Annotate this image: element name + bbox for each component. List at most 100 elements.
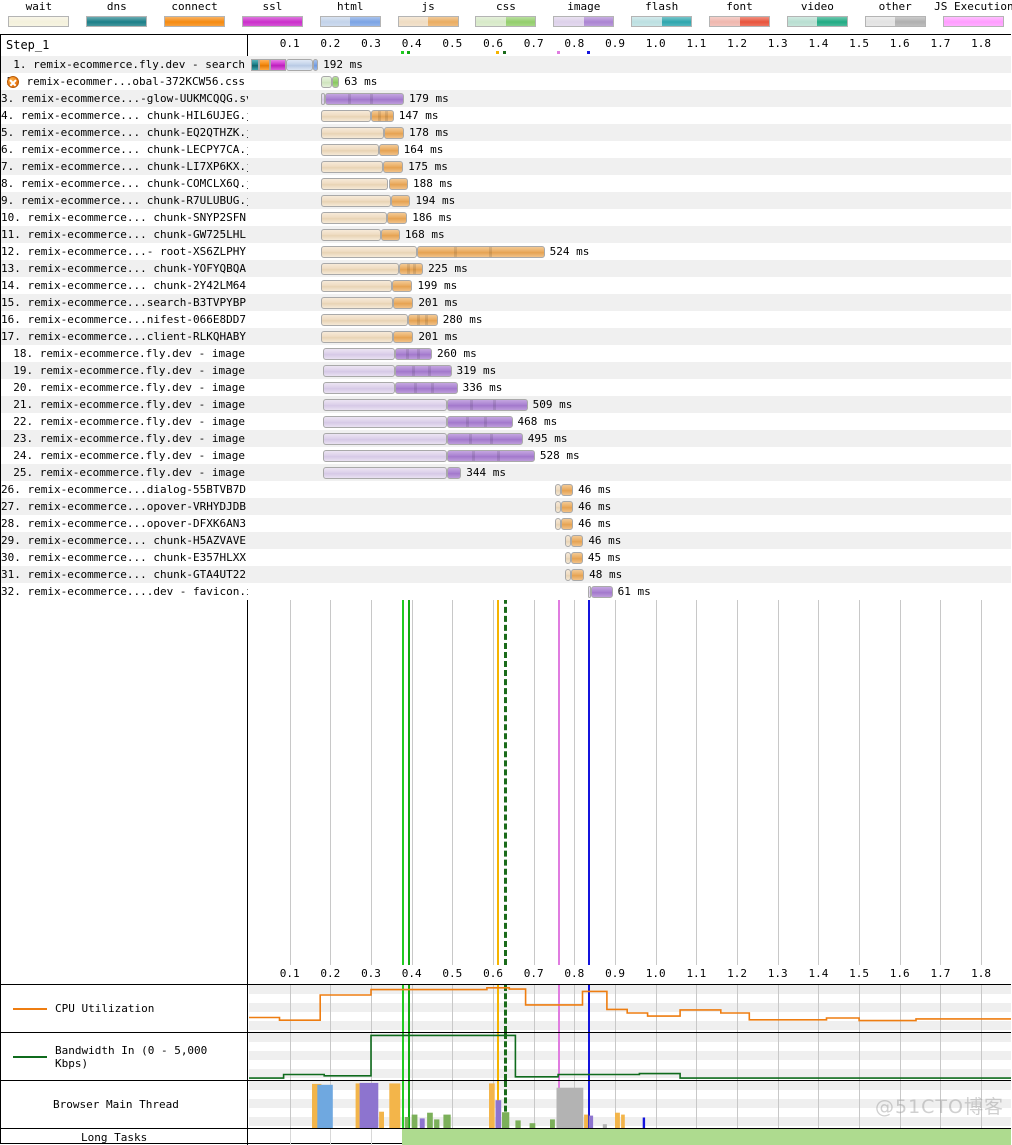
waterfall-row[interactable]: 9. remix-ecommerce... chunk-R7ULUBUG.js 1… <box>1 192 1011 209</box>
waterfall-row[interactable]: 20. remix-ecommerce.fly.dev - image 336 m… <box>1 379 1011 396</box>
waterfall-row[interactable]: 28. remix-ecommerce...opover-DFXK6AN3.js… <box>1 515 1011 532</box>
waterfall-row[interactable]: 6. remix-ecommerce... chunk-LECPY7CA.js 1… <box>1 141 1011 158</box>
request-label[interactable]: 31. remix-ecommerce... chunk-GTA4UT22.js <box>1 566 248 583</box>
waterfall-row[interactable]: 16. remix-ecommerce...nifest-066E8DD7.js… <box>1 311 1011 328</box>
request-bar-track: 319 ms <box>249 362 1011 379</box>
legend-label: image <box>567 0 601 13</box>
request-label[interactable]: 25. remix-ecommerce.fly.dev - image <box>1 464 248 481</box>
waterfall-row[interactable]: 13. remix-ecommerce... chunk-YOFYQBQA.js… <box>1 260 1011 277</box>
request-label[interactable]: 12. remix-ecommerce...- root-XS6ZLPHY.js <box>1 243 248 260</box>
request-label[interactable]: 22. remix-ecommerce.fly.dev - image <box>1 413 248 430</box>
wait-segment <box>320 280 393 292</box>
axis-tick-label: 0.7 <box>523 37 544 50</box>
wait-segment <box>320 263 400 275</box>
request-duration-label: 186 ms <box>412 211 452 224</box>
request-label[interactable]: 5. remix-ecommerce... chunk-EQ2QTHZK.js <box>1 124 248 141</box>
axis-tick-label: 0.3 <box>361 37 381 50</box>
waterfall-row[interactable]: 18. remix-ecommerce.fly.dev - image 260 m… <box>1 345 1011 362</box>
request-label[interactable]: 15. remix-ecommerce...search-B3TVPYBP.js <box>1 294 248 311</box>
waterfall-row[interactable]: 24. remix-ecommerce.fly.dev - image 528 m… <box>1 447 1011 464</box>
waterfall-row[interactable]: 27. remix-ecommerce...opover-VRHYDJDB.js… <box>1 498 1011 515</box>
request-label[interactable]: 32. remix-ecommerce....dev - favicon.ico <box>1 583 248 600</box>
wait-segment <box>320 127 385 139</box>
request-label[interactable]: 29. remix-ecommerce... chunk-H5AZVAVE.js <box>1 532 248 549</box>
waterfall-row[interactable]: 14. remix-ecommerce... chunk-2Y42LM64.js… <box>1 277 1011 294</box>
legend-item-js-execution: JS Execution <box>934 0 1012 27</box>
waterfall-row[interactable]: 19. remix-ecommerce.fly.dev - image 319 m… <box>1 362 1011 379</box>
request-duration-label: 179 ms <box>408 92 449 105</box>
wait-segment <box>320 76 333 88</box>
request-bar-track: 509 ms <box>249 396 1011 413</box>
error-icon <box>7 76 19 88</box>
waterfall-row[interactable]: 30. remix-ecommerce... chunk-E357HLXX.js… <box>1 549 1011 566</box>
waterfall-row[interactable]: 26. remix-ecommerce...dialog-55BTVB7D.js… <box>1 481 1011 498</box>
request-label[interactable]: 8. remix-ecommerce... chunk-COMCLX6Q.js <box>1 175 248 192</box>
request-duration-label: 194 ms <box>415 194 456 207</box>
waterfall-row[interactable]: 5. remix-ecommerce... chunk-EQ2QTHZK.js 1… <box>1 124 1011 141</box>
request-bar-track: 186 ms <box>249 209 1011 226</box>
waterfall-row[interactable]: 10. remix-ecommerce... chunk-SNYP2SFN.js… <box>1 209 1011 226</box>
axis-tick-label: 0.2 <box>320 967 341 980</box>
request-label[interactable]: 14. remix-ecommerce... chunk-2Y42LM64.js <box>1 277 248 294</box>
waterfall-row[interactable]: 3. remix-ecommerce...-glow-UUKMCQQG.svg 1… <box>1 90 1011 107</box>
waterfall-row[interactable]: 2. remix-ecommer...obal-372KCW56.css 63 m… <box>1 73 1011 90</box>
panel-label-main-thread: Browser Main Thread <box>1 1081 248 1128</box>
request-label[interactable]: 1. remix-ecommerce.fly.dev - search <box>1 56 248 73</box>
request-label[interactable]: 30. remix-ecommerce... chunk-E357HLXX.js <box>1 549 248 566</box>
request-label[interactable]: 4. remix-ecommerce... chunk-HIL6UJEG.js <box>1 107 248 124</box>
waterfall-row[interactable]: 21. remix-ecommerce.fly.dev - image 509 m… <box>1 396 1011 413</box>
waterfall-row[interactable]: 32. remix-ecommerce....dev - favicon.ico… <box>1 583 1011 600</box>
request-bar-track: 63 ms <box>249 73 1011 90</box>
waterfall-row[interactable]: 31. remix-ecommerce... chunk-GTA4UT22.js… <box>1 566 1011 583</box>
legend-item-flash: flash <box>623 0 701 27</box>
request-duration-label: 61 ms <box>617 585 651 598</box>
waterfall-row[interactable]: 8. remix-ecommerce... chunk-COMCLX6Q.js 1… <box>1 175 1011 192</box>
request-label[interactable]: 2. remix-ecommer...obal-372KCW56.css <box>1 73 248 90</box>
long-task-bar[interactable] <box>401 1129 1011 1145</box>
waterfall-row[interactable]: 12. remix-ecommerce...- root-XS6ZLPHY.js… <box>1 243 1011 260</box>
request-label[interactable]: 6. remix-ecommerce... chunk-LECPY7CA.js <box>1 141 248 158</box>
request-label[interactable]: 17. remix-ecommerce...client-RLKQHABY.js <box>1 328 248 345</box>
request-bar-track: 201 ms <box>249 328 1011 345</box>
request-label[interactable]: 3. remix-ecommerce...-glow-UUKMCQQG.svg <box>1 90 248 107</box>
marker-dot-largest-contentful-paint <box>557 51 561 54</box>
request-label[interactable]: 21. remix-ecommerce.fly.dev - image <box>1 396 248 413</box>
request-label[interactable]: 9. remix-ecommerce... chunk-R7ULUBUG.js <box>1 192 248 209</box>
request-label[interactable]: 19. remix-ecommerce.fly.dev - image <box>1 362 248 379</box>
axis-tick-label: 0.1 <box>279 37 300 50</box>
request-label[interactable]: 23. remix-ecommerce.fly.dev - image <box>1 430 248 447</box>
request-label[interactable]: 10. remix-ecommerce... chunk-SNYP2SFN.js <box>1 209 248 226</box>
waterfall-row[interactable]: 29. remix-ecommerce... chunk-H5AZVAVE.js… <box>1 532 1011 549</box>
request-label[interactable]: 27. remix-ecommerce...opover-VRHYDJDB.js <box>1 498 248 515</box>
legend-item-dns: dns <box>78 0 156 27</box>
legend-label: html <box>337 0 364 13</box>
request-label[interactable]: 24. remix-ecommerce.fly.dev - image <box>1 447 248 464</box>
request-duration-label: 63 ms <box>344 75 378 88</box>
request-label[interactable]: 26. remix-ecommerce...dialog-55BTVB7D.js <box>1 481 248 498</box>
request-duration-label: 46 ms <box>578 500 612 513</box>
legend-swatch <box>475 16 537 27</box>
axis-tick-label: 1.5 <box>849 37 869 50</box>
waterfall-row[interactable]: 11. remix-ecommerce... chunk-GW725LHL.js… <box>1 226 1011 243</box>
download-segment <box>394 365 452 377</box>
waterfall-row[interactable]: 4. remix-ecommerce... chunk-HIL6UJEG.js 1… <box>1 107 1011 124</box>
legend-label: wait <box>25 0 53 13</box>
request-label[interactable]: 20. remix-ecommerce.fly.dev - image <box>1 379 248 396</box>
panel-key-line <box>13 1007 47 1010</box>
request-label[interactable]: 11. remix-ecommerce... chunk-GW725LHL.js <box>1 226 248 243</box>
waterfall-row[interactable]: 17. remix-ecommerce...client-RLKQHABY.js… <box>1 328 1011 345</box>
waterfall-row[interactable]: 1. remix-ecommerce.fly.dev - search 192 m… <box>1 56 1011 73</box>
request-bar-track: 194 ms <box>249 192 1011 209</box>
waterfall-row[interactable]: 15. remix-ecommerce...search-B3TVPYBP.js… <box>1 294 1011 311</box>
waterfall-row[interactable]: 22. remix-ecommerce.fly.dev - image 468 m… <box>1 413 1011 430</box>
request-bar-track: 225 ms <box>249 260 1011 277</box>
request-label[interactable]: 7. remix-ecommerce... chunk-LI7XP6KX.js <box>1 158 248 175</box>
waterfall-row[interactable]: 25. remix-ecommerce.fly.dev - image 344 m… <box>1 464 1011 481</box>
waterfall-row[interactable]: 7. remix-ecommerce... chunk-LI7XP6KX.js 1… <box>1 158 1011 175</box>
request-label[interactable]: 13. remix-ecommerce... chunk-YOFYQBQA.js <box>1 260 248 277</box>
waterfall-row[interactable]: 23. remix-ecommerce.fly.dev - image 495 m… <box>1 430 1011 447</box>
request-bar-track: 260 ms <box>249 345 1011 362</box>
request-label[interactable]: 28. remix-ecommerce...opover-DFXK6AN3.js <box>1 515 248 532</box>
request-label[interactable]: 16. remix-ecommerce...nifest-066E8DD7.js <box>1 311 248 328</box>
request-label[interactable]: 18. remix-ecommerce.fly.dev - image <box>1 345 248 362</box>
